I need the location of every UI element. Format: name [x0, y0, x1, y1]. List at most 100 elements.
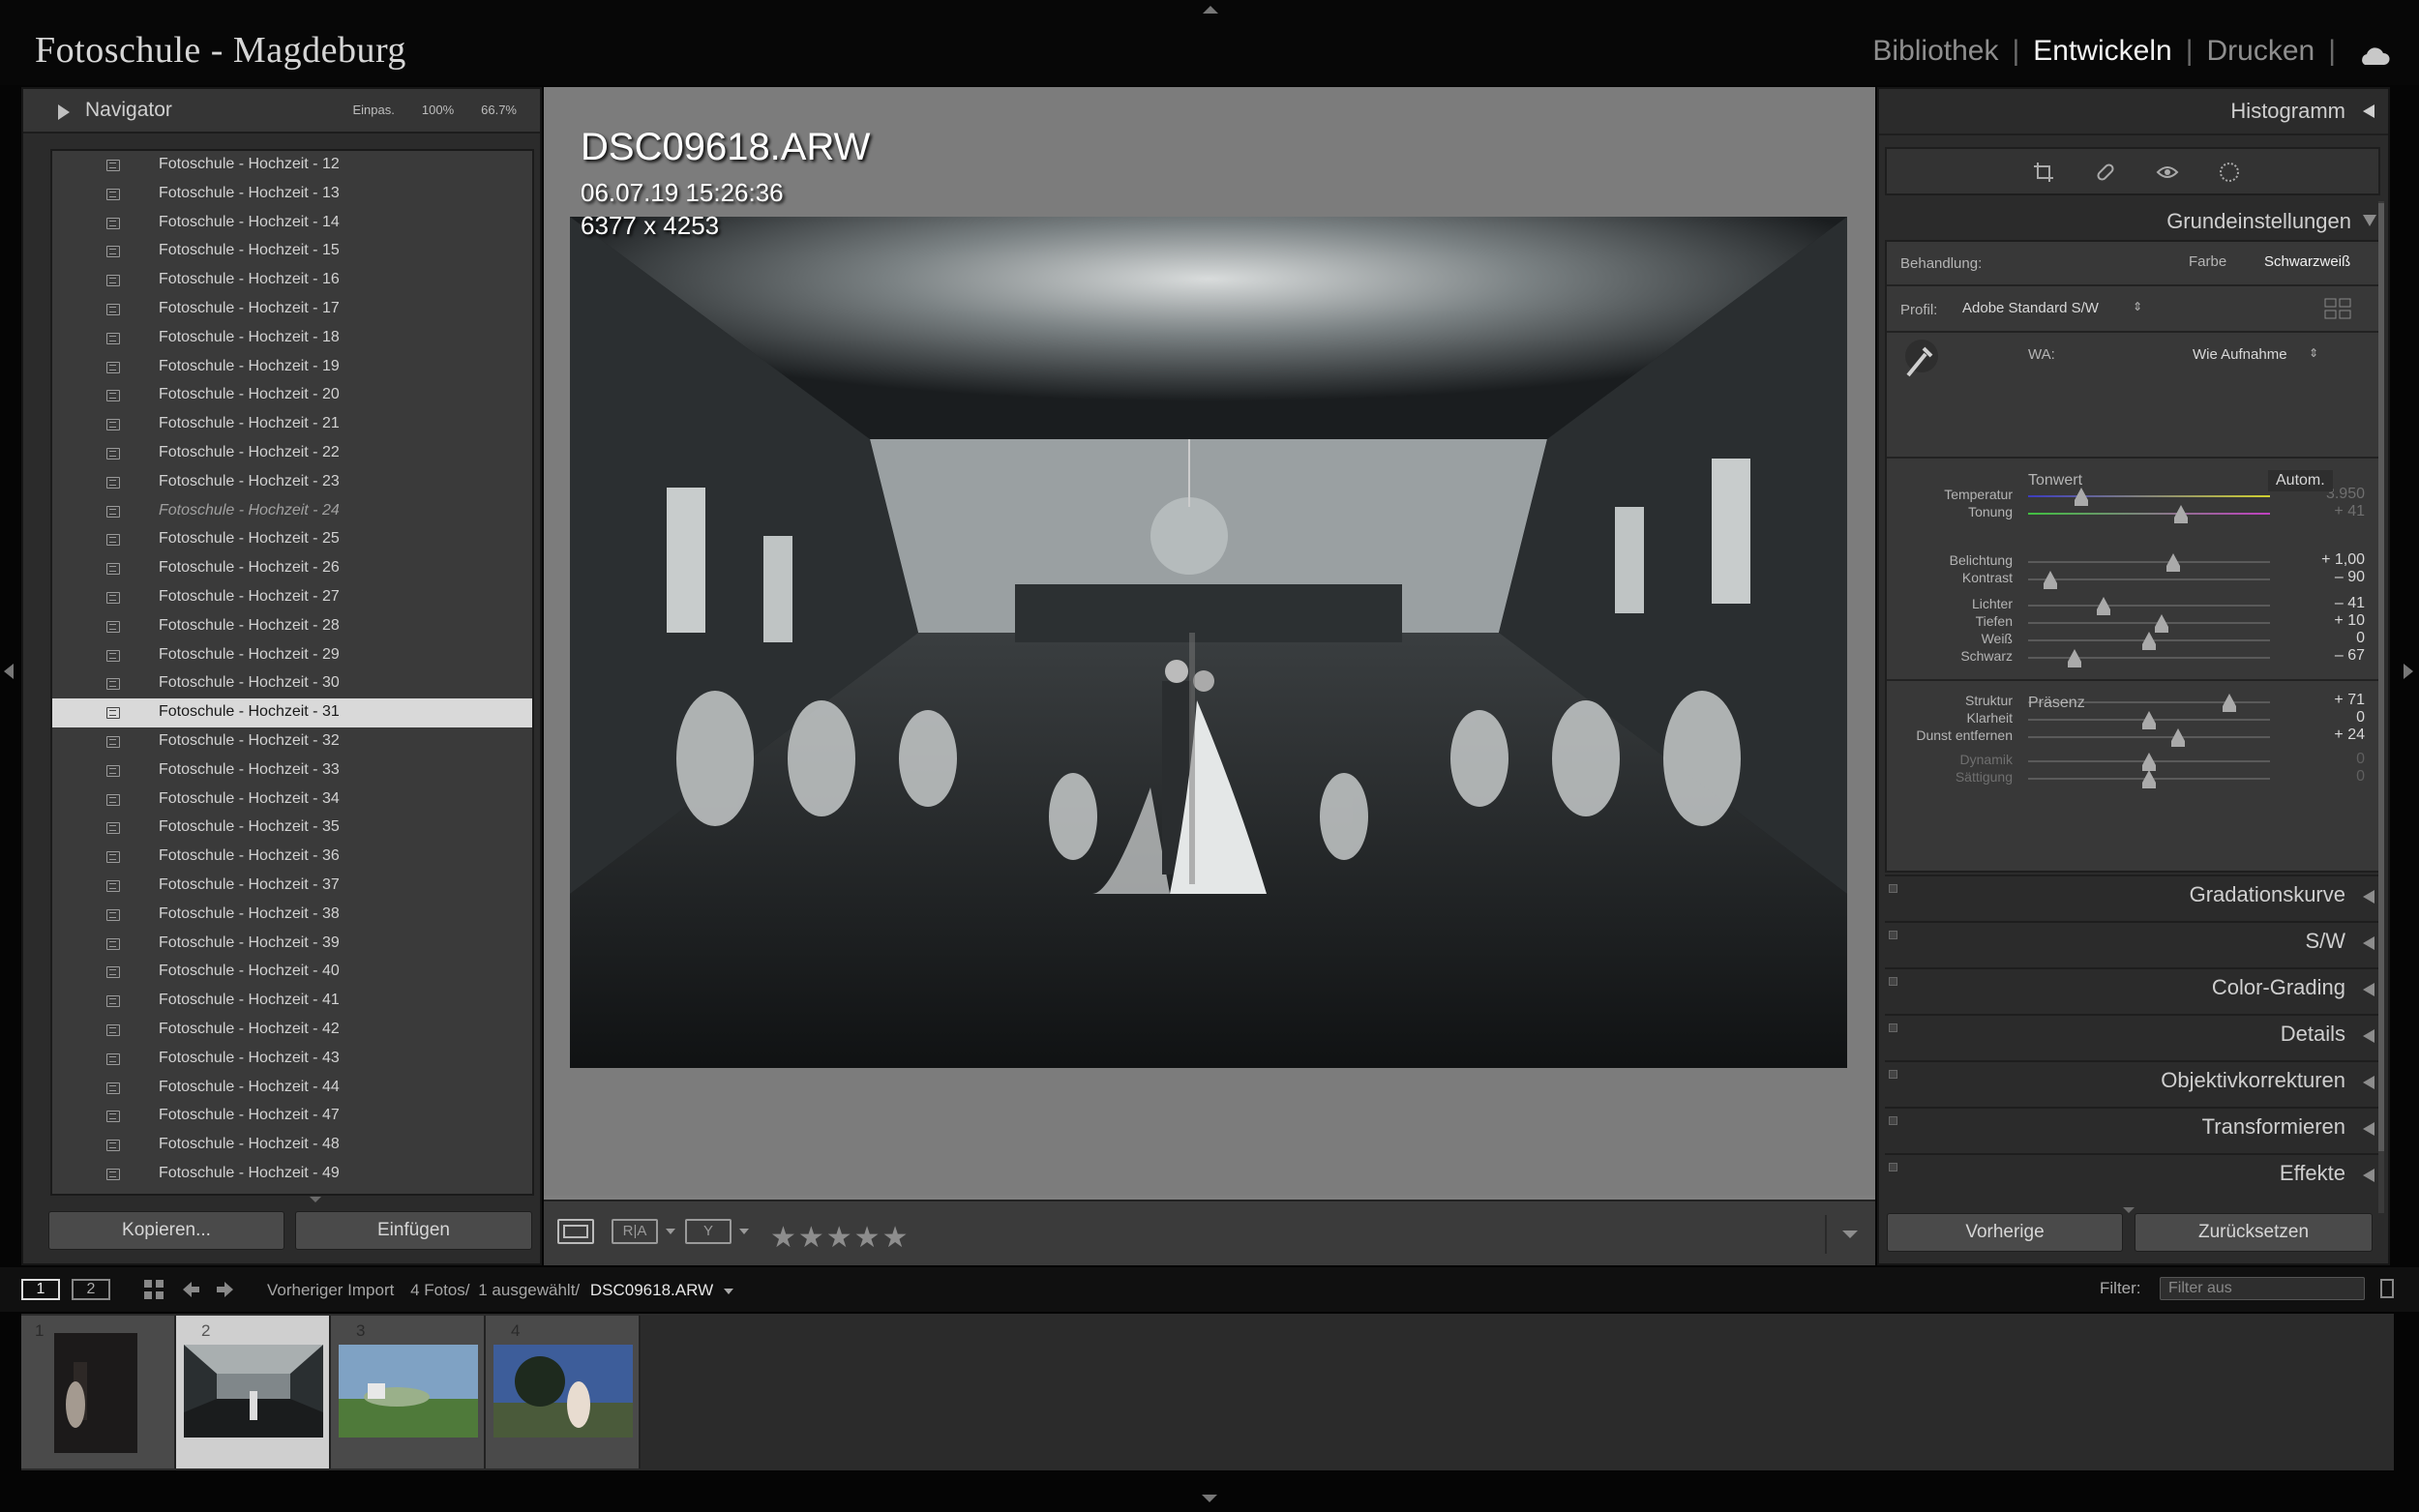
before-after-dropdown-icon[interactable]	[666, 1229, 675, 1234]
panel-header-6[interactable]: Effekte	[1885, 1153, 2380, 1196]
collection-item[interactable]: Fotoschule - Hochzeit - 49	[52, 1160, 532, 1189]
collection-item[interactable]: Fotoschule - Hochzeit - 29	[52, 641, 532, 670]
left-panel-toggle-icon[interactable]	[4, 664, 14, 679]
thumbnail-image[interactable]	[54, 1333, 137, 1453]
grid-view-icon[interactable]	[143, 1279, 164, 1305]
slider-value-saettigung[interactable]: 0	[2297, 768, 2365, 786]
navigator-header[interactable]: Navigator Einpas. 100% 66.7%	[23, 89, 540, 133]
masking-icon[interactable]	[2218, 161, 2241, 189]
expand-triangle-icon[interactable]	[2363, 983, 2374, 996]
white-balance-eyedropper-icon[interactable]	[1900, 339, 1939, 386]
module-entwickeln[interactable]: Entwickeln	[2023, 35, 2181, 68]
collection-item[interactable]: Fotoschule - Hochzeit - 24	[52, 497, 532, 526]
collection-item[interactable]: Fotoschule - Hochzeit - 44	[52, 1074, 532, 1103]
thumbnail-image[interactable]	[339, 1345, 478, 1438]
slider-track-temperatur[interactable]	[2028, 495, 2270, 497]
source-label[interactable]: Vorheriger Import	[267, 1281, 394, 1299]
collection-item[interactable]: Fotoschule - Hochzeit - 20	[52, 381, 532, 410]
cloud-icon[interactable]	[2357, 42, 2390, 65]
collection-item[interactable]: Fotoschule - Hochzeit - 16	[52, 266, 532, 295]
rating-stars[interactable]: ★★★★★	[770, 1221, 910, 1255]
slider-value-belichtung[interactable]: + 1,00	[2297, 551, 2365, 569]
right-scroll-thumb[interactable]	[2378, 203, 2384, 1151]
current-file-name[interactable]: DSC09618.ARW	[590, 1281, 713, 1299]
panel-header-5[interactable]: Transformieren	[1885, 1107, 2380, 1149]
collection-item[interactable]: Fotoschule - Hochzeit - 30	[52, 669, 532, 698]
slider-track-tonung[interactable]	[2028, 513, 2270, 515]
collection-item[interactable]: Fotoschule - Hochzeit - 26	[52, 554, 532, 583]
module-drucken[interactable]: Drucken	[2196, 35, 2324, 68]
slider-value-kontrast[interactable]: – 90	[2297, 569, 2365, 586]
forward-arrow-icon[interactable]	[215, 1279, 236, 1305]
toolbar-options-icon[interactable]	[1842, 1230, 1858, 1238]
slider-thumb-kontrast[interactable]	[2043, 571, 2057, 589]
collection-item[interactable]: Fotoschule - Hochzeit - 48	[52, 1131, 532, 1160]
slider-thumb-saettigung[interactable]	[2142, 770, 2156, 788]
collection-item[interactable]: Fotoschule - Hochzeit - 41	[52, 987, 532, 1016]
healing-brush-icon[interactable]	[2094, 161, 2117, 189]
thumbnail-image[interactable]	[493, 1345, 633, 1438]
reset-button[interactable]: Zurücksetzen	[2135, 1213, 2373, 1252]
collection-item[interactable]: Fotoschule - Hochzeit - 43	[52, 1045, 532, 1074]
slider-thumb-struktur[interactable]	[2222, 694, 2236, 712]
collection-item[interactable]: Fotoschule - Hochzeit - 47	[52, 1102, 532, 1131]
collection-item[interactable]: Fotoschule - Hochzeit - 15	[52, 237, 532, 266]
collection-item[interactable]: Fotoschule - Hochzeit - 27	[52, 583, 532, 612]
slider-track-dunst[interactable]	[2028, 736, 2270, 738]
slider-thumb-dynamik[interactable]	[2142, 753, 2156, 771]
profile-select[interactable]: Adobe Standard S/W	[1962, 300, 2099, 316]
collection-item[interactable]: Fotoschule - Hochzeit - 23	[52, 468, 532, 497]
slider-track-lichter[interactable]	[2028, 605, 2270, 607]
slider-track-belichtung[interactable]	[2028, 561, 2270, 563]
right-panel-toggle-icon[interactable]	[2404, 664, 2413, 679]
before-after-icon[interactable]: R|A	[612, 1219, 658, 1244]
primary-window-button[interactable]: 1	[21, 1279, 60, 1300]
bottom-collapse-arrow[interactable]	[1202, 1495, 1217, 1502]
top-collapse-arrow[interactable]	[1203, 6, 1218, 14]
main-photo[interactable]	[570, 217, 1847, 1068]
panel-toggle-switch[interactable]	[1889, 1163, 1897, 1171]
collection-item[interactable]: Fotoschule - Hochzeit - 17	[52, 295, 532, 324]
panel-header-2[interactable]: Color-Grading	[1885, 967, 2380, 1010]
expand-triangle-icon[interactable]	[2363, 1029, 2374, 1043]
reference-view-icon[interactable]: Y	[685, 1219, 732, 1244]
collection-item[interactable]: Fotoschule - Hochzeit - 18	[52, 324, 532, 353]
slider-value-tonung[interactable]: + 41	[2297, 503, 2365, 520]
slider-value-dynamik[interactable]: 0	[2297, 751, 2365, 768]
collection-item[interactable]: Fotoschule - Hochzeit - 42	[52, 1016, 532, 1045]
paste-settings-button[interactable]: Einfügen	[295, 1211, 532, 1250]
panel-header-0[interactable]: Gradationskurve	[1885, 875, 2380, 917]
treatment-color-option[interactable]: Farbe	[2189, 253, 2226, 270]
collection-item[interactable]: Fotoschule - Hochzeit - 36	[52, 843, 532, 872]
slider-thumb-weiss[interactable]	[2142, 632, 2156, 650]
secondary-window-button[interactable]: 2	[72, 1279, 110, 1300]
panel-toggle-switch[interactable]	[1889, 931, 1897, 939]
expand-triangle-icon[interactable]	[2363, 890, 2374, 904]
slider-value-weiss[interactable]: 0	[2297, 630, 2365, 647]
collection-item[interactable]: Fotoschule - Hochzeit - 21	[52, 410, 532, 439]
previous-settings-button[interactable]: Vorherige	[1887, 1213, 2123, 1252]
filter-lock-icon[interactable]	[2380, 1279, 2394, 1298]
panel-header-3[interactable]: Details	[1885, 1014, 2380, 1056]
red-eye-icon[interactable]	[2156, 161, 2179, 189]
histogram-header[interactable]: Histogramm	[1879, 89, 2388, 135]
collection-item[interactable]: Fotoschule - Hochzeit - 25	[52, 525, 532, 554]
collection-item[interactable]: Fotoschule - Hochzeit - 35	[52, 814, 532, 843]
crop-icon[interactable]	[2032, 161, 2055, 189]
slider-track-kontrast[interactable]	[2028, 578, 2270, 580]
slider-thumb-tiefen[interactable]	[2154, 614, 2168, 633]
module-bibliothek[interactable]: Bibliothek	[1863, 35, 2008, 68]
collection-item[interactable]: Fotoschule - Hochzeit - 19	[52, 353, 532, 382]
copy-settings-button[interactable]: Kopieren...	[48, 1211, 284, 1250]
reference-dropdown-icon[interactable]	[739, 1229, 749, 1234]
filmstrip-thumbnail[interactable]: 1	[21, 1316, 176, 1468]
wb-select[interactable]: Wie Aufnahme	[2193, 346, 2287, 363]
basic-panel-header[interactable]: Grundeinstellungen	[1879, 203, 2388, 238]
slider-track-tiefen[interactable]	[2028, 622, 2270, 624]
filmstrip-thumbnail[interactable]: 4	[486, 1316, 641, 1468]
collection-item[interactable]: Fotoschule - Hochzeit - 37	[52, 872, 532, 901]
panel-header-1[interactable]: S/W	[1885, 921, 2380, 964]
auto-tone-button[interactable]: Autom.	[2268, 470, 2333, 491]
slider-thumb-klarheit[interactable]	[2142, 711, 2156, 729]
collection-item[interactable]: Fotoschule - Hochzeit - 12	[52, 151, 532, 180]
